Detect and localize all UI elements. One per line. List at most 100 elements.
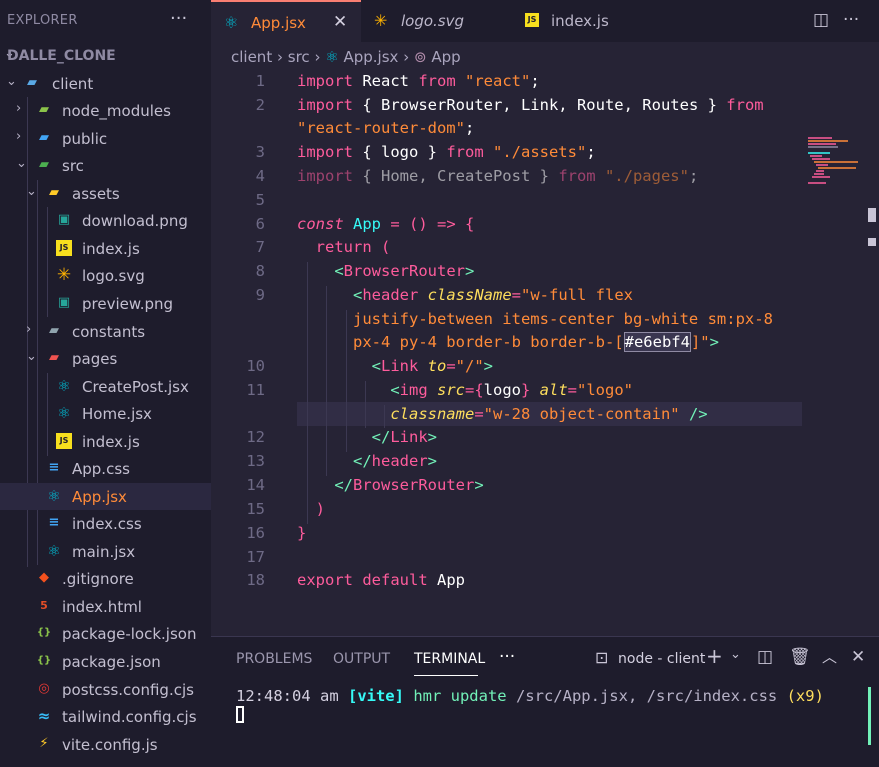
scrollbar-marker[interactable]	[868, 238, 876, 246]
tree-item-download-png[interactable]: ▣ download.png	[0, 207, 211, 234]
terminal-selector[interactable]: node - client	[618, 651, 705, 667]
tree-item-pages-index-js[interactable]: JS index.js	[0, 428, 211, 455]
tree-item-app-jsx[interactable]: ⚛ App.jsx	[0, 483, 211, 510]
tree-item-src[interactable]: ⌄ ▰ src	[0, 152, 211, 179]
tree-item-label: public	[62, 130, 108, 148]
tree-item-postcss-config[interactable]: ◎ postcss.config.cjs	[0, 676, 211, 703]
jsx-tag: BrowserRouter	[353, 476, 475, 494]
operator: =	[511, 286, 521, 304]
code-editor[interactable]: 1 2 3 4 5 6 7 8 9 10 11 12 13 14 15 16 1…	[211, 68, 879, 628]
line-number: 17	[246, 548, 265, 566]
tree-item-pages[interactable]: ⌄ ▰ pages	[0, 345, 211, 372]
folder-icon: ▰	[39, 102, 49, 117]
tree-item-package-lock-json[interactable]: {} package-lock.json	[0, 620, 211, 647]
tree-item-label: download.png	[82, 212, 188, 230]
tree-item-assets-index-js[interactable]: JS index.js	[0, 235, 211, 262]
breadcrumb: client › src › ⚛ App.jsx › ⊚ App	[231, 48, 461, 66]
tab-terminal[interactable]: TERMINAL	[414, 651, 485, 667]
tab-app-jsx[interactable]: ⚛ App.jsx ✕	[211, 0, 361, 42]
scrollbar-marker[interactable]	[868, 208, 876, 222]
more-actions-icon[interactable]: ···	[499, 647, 515, 667]
tree-item-gitignore[interactable]: ◆ .gitignore	[0, 565, 211, 592]
jsx-attribute: classname	[297, 405, 475, 423]
close-icon[interactable]: ✕	[851, 647, 865, 667]
tab-index-js[interactable]: JS index.js	[511, 0, 641, 42]
close-icon[interactable]: ✕	[333, 12, 347, 32]
tailwind-icon: ≈	[37, 707, 51, 725]
code-line-wrap: justify-between items-center bg-white sm…	[297, 310, 773, 328]
indent-guide	[307, 262, 308, 524]
tree-item-index-css[interactable]: ≡ index.css	[0, 510, 211, 537]
keyword: import	[297, 72, 353, 90]
line-number: 10	[246, 357, 265, 375]
tree-item-node-modules[interactable]: › ▰ node_modules	[0, 97, 211, 124]
punctuation: }	[520, 381, 531, 399]
tab-logo-svg[interactable]: ✳ logo.svg	[361, 0, 511, 42]
code-line: import { logo } from "./assets";	[297, 143, 596, 161]
tree-item-vite-config[interactable]: ⚡ vite.config.js	[0, 731, 211, 758]
split-editor-icon[interactable]: ◫	[813, 10, 829, 30]
chevron-up-icon[interactable]: ︿	[822, 646, 837, 667]
breadcrumb-item[interactable]: client	[231, 48, 272, 66]
breadcrumb-separator: ›	[314, 48, 321, 66]
keyword: from	[418, 72, 456, 90]
jsx-tag: Link	[390, 428, 428, 446]
line-number: 13	[246, 452, 265, 470]
tab-problems[interactable]: PROBLEMS	[236, 651, 312, 667]
punctuation: ;	[530, 72, 540, 90]
color-swatch-text: #e6ebf4	[623, 332, 691, 352]
editor-tabs: ⚛ App.jsx ✕ ✳ logo.svg JS index.js ◫ ···	[211, 0, 879, 42]
split-terminal-icon[interactable]: ◫	[757, 647, 773, 667]
tree-item-client[interactable]: ⌄ ▰ client	[0, 70, 211, 97]
tree-item-assets[interactable]: ⌄ ▰ assets	[0, 180, 211, 207]
minimap[interactable]	[808, 136, 866, 196]
terminal-tag: [vite]	[347, 687, 404, 705]
identifier: { BrowserRouter, Link, Route, Routes }	[353, 96, 727, 114]
string: "logo"	[577, 381, 633, 399]
tree-item-home-jsx[interactable]: ⚛ Home.jsx	[0, 400, 211, 427]
jsx-attribute: alt	[530, 381, 568, 399]
trash-icon[interactable]: 🗑	[789, 647, 811, 667]
html-file-icon: 5	[40, 599, 48, 612]
operator: ={	[464, 381, 484, 399]
tree-item-package-json[interactable]: {} package.json	[0, 648, 211, 675]
tree-item-logo-svg[interactable]: ✳ logo.svg	[0, 262, 211, 289]
tree-item-label: pages	[72, 350, 118, 368]
jsx-attribute: to	[418, 357, 447, 375]
tree-item-tailwind-config[interactable]: ≈ tailwind.config.cjs	[0, 703, 211, 730]
project-root[interactable]: ⌄ DALLE_CLONE	[0, 42, 211, 69]
tree-item-index-html[interactable]: 5 index.html	[0, 593, 211, 620]
code-line: </Link>	[297, 428, 437, 446]
tree-item-app-css[interactable]: ≡ App.css	[0, 455, 211, 482]
add-terminal-icon[interactable]: +	[706, 644, 723, 668]
chevron-down-icon[interactable]: ⌄	[730, 647, 741, 662]
breadcrumb-item[interactable]: App.jsx	[343, 48, 398, 66]
line-number: 12	[246, 428, 265, 446]
breadcrumb-item[interactable]: src	[288, 48, 310, 66]
tree-item-main-jsx[interactable]: ⚛ main.jsx	[0, 538, 211, 565]
tree-item-createpost-jsx[interactable]: ⚛ CreatePost.jsx	[0, 373, 211, 400]
tree-item-label: CreatePost.jsx	[82, 378, 189, 396]
more-actions-icon[interactable]: ···	[843, 10, 859, 30]
jsx-tag: header	[371, 452, 428, 470]
code-line: import React from "react";	[297, 72, 540, 90]
tree-item-label: postcss.config.cjs	[62, 681, 194, 699]
keyword: from	[558, 167, 596, 185]
jsx-tag: img	[399, 381, 428, 399]
code-line: import { Home, CreatePost } from "./page…	[297, 167, 698, 185]
tab-label: index.js	[551, 12, 609, 30]
tree-item-preview-png[interactable]: ▣ preview.png	[0, 290, 211, 317]
jsx-attribute: className	[418, 286, 512, 304]
keyword: export	[297, 571, 353, 589]
breadcrumb-item[interactable]: App	[431, 48, 460, 66]
terminal-time: 12:48:04 am	[236, 687, 348, 705]
punctuation: (	[371, 238, 391, 256]
js-file-icon: JS	[525, 13, 539, 27]
line-number: 4	[255, 167, 265, 185]
more-actions-icon[interactable]: ···	[170, 8, 187, 29]
keyword: const	[297, 215, 344, 233]
identifier: logo	[483, 381, 521, 399]
tab-output[interactable]: OUTPUT	[333, 651, 390, 667]
tree-item-constants[interactable]: › ▰ constants	[0, 318, 211, 345]
tree-item-public[interactable]: › ▰ public	[0, 125, 211, 152]
